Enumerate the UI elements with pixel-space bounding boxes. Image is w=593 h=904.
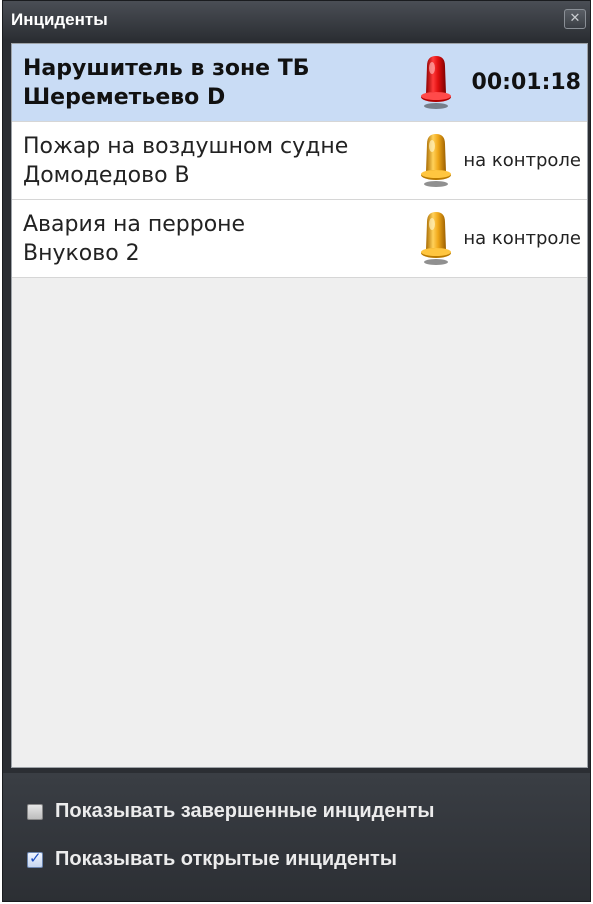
amber-beacon-icon [421, 212, 451, 265]
incident-description: Авария на перроне Внуково 2 [23, 210, 245, 268]
red-beacon-icon [421, 56, 451, 109]
incident-description: Нарушитель в зоне ТБ Шереметьево D [23, 54, 310, 112]
incident-status: на контроле [463, 150, 581, 171]
incident-row[interactable]: Пожар на воздушном судне Домодедово B на… [12, 122, 587, 200]
incident-description: Пожар на воздушном судне Домодедово B [23, 132, 348, 190]
incident-location: Домодедово B [23, 163, 190, 188]
incident-row[interactable]: Авария на перроне Внуково 2 на контроле [12, 200, 587, 278]
incident-row[interactable]: Нарушитель в зоне ТБ Шереметьево D 00:01… [12, 44, 587, 122]
close-icon: ✕ [569, 11, 581, 26]
filter-panel: Показывать завершенные инциденты ✓ Показ… [3, 773, 590, 901]
incident-title: Пожар на воздушном судне [23, 134, 349, 159]
show-closed-label[interactable]: Показывать завершенные инциденты [55, 800, 434, 823]
incident-location: Шереметьево D [23, 85, 226, 110]
show-closed-checkbox[interactable] [27, 804, 43, 820]
incident-title: Нарушитель в зоне ТБ [23, 56, 310, 81]
close-button[interactable]: ✕ [564, 9, 586, 29]
incidents-window: Инциденты ✕ Нарушитель в зоне ТБ Шеремет… [2, 0, 591, 902]
incident-title: Авария на перроне [23, 212, 246, 237]
incident-location: Внуково 2 [23, 241, 140, 266]
show-open-checkbox[interactable]: ✓ [27, 849, 43, 868]
incident-timer: 00:01:18 [471, 70, 581, 95]
window-titlebar[interactable]: Инциденты ✕ [3, 1, 590, 39]
amber-beacon-icon [421, 134, 451, 187]
checkmark-icon: ✓ [29, 849, 42, 867]
show-open-label[interactable]: Показывать открытые инциденты [55, 848, 397, 871]
incident-list[interactable]: Нарушитель в зоне ТБ Шереметьево D 00:01… [11, 43, 588, 768]
window-title: Инциденты [11, 10, 108, 29]
incident-status: на контроле [463, 228, 581, 249]
